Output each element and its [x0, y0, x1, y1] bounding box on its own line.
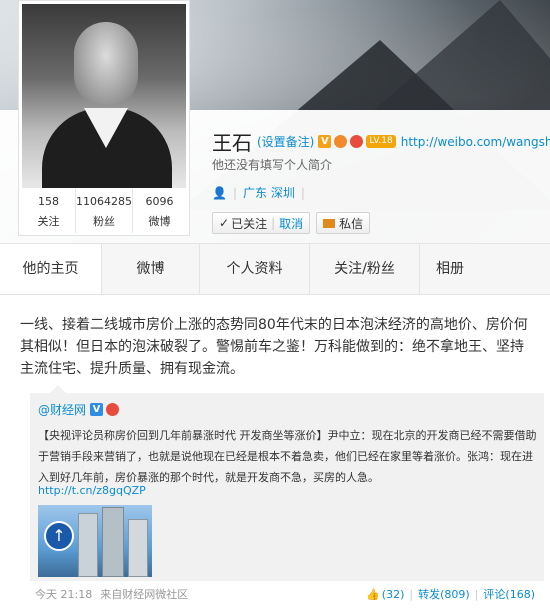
- avatar[interactable]: [22, 4, 186, 188]
- stat-label: 微博: [148, 215, 171, 228]
- verified-v-icon: V: [90, 403, 104, 416]
- message-button[interactable]: 私信: [316, 212, 371, 234]
- stat-number: 11064285: [76, 195, 132, 208]
- avatar-head: [74, 22, 138, 106]
- tab-weibo[interactable]: 微博: [102, 244, 200, 294]
- emoji-badge-icon: [334, 135, 348, 148]
- cover-banner: 158 关注 11064285 粉丝 6096 微博 王石 (设置备注) V L…: [0, 0, 550, 243]
- stat-label: 粉丝: [93, 215, 115, 228]
- profile-name: 王石: [212, 131, 252, 155]
- tab-follow-fans[interactable]: 关注/粉丝: [310, 244, 420, 294]
- set-remark-link[interactable]: (设置备注): [257, 133, 314, 150]
- comment-button[interactable]: 评论(168): [483, 586, 535, 602]
- post-source[interactable]: 来自财经网微社区: [100, 586, 188, 602]
- message-label: 私信: [339, 216, 364, 231]
- repost-text: 【央视评论员称房价回到几年前暴涨时代 开发商坐等涨价】尹中立：现在北京的开发商已…: [38, 429, 537, 484]
- post-time[interactable]: 今天 21:18: [35, 586, 92, 602]
- profile-intro: 他还没有填写个人简介: [212, 158, 333, 172]
- repost-arrow: [50, 385, 66, 393]
- stat-label: 关注: [37, 215, 60, 228]
- verified-v-icon: V: [318, 135, 332, 148]
- location-row: 👤 | 广东 深圳 |: [212, 184, 311, 201]
- avatar-card: 158 关注 11064285 粉丝 6096 微博: [18, 0, 190, 236]
- repost-box: @财经网 V 【央视评论员称房价回到几年前暴涨时代 开发商坐等涨价】尹中立：现在…: [30, 385, 544, 581]
- heart-badge-icon: [106, 403, 120, 416]
- profile-stats: 158 关注 11064285 粉丝 6096 微博: [22, 189, 186, 233]
- repost-image-thumbnail[interactable]: ↑: [38, 505, 152, 577]
- divider: |: [474, 587, 479, 601]
- repost-author-link[interactable]: @财经网: [38, 401, 86, 418]
- divider: |: [300, 185, 305, 200]
- name-row: 王石 (设置备注) V LV.18 http://weibo.com/wangs…: [212, 127, 550, 156]
- repost-author-row: @财经网 V: [38, 401, 120, 418]
- divider: |: [271, 216, 276, 230]
- stat-following[interactable]: 158 关注: [22, 189, 76, 233]
- profile-tabs: 他的主页 微博 个人资料 关注/粉丝 相册: [0, 243, 550, 295]
- building-shape: [128, 519, 148, 577]
- follow-state-label: 已关注: [231, 216, 268, 231]
- stat-posts[interactable]: 6096 微博: [133, 189, 186, 233]
- divider: |: [232, 185, 237, 200]
- post-text: 一线、接着二线城市房价上涨的态势同80年代末的日本泡沫经济的高地价、房价何其相似…: [20, 317, 528, 377]
- post-footer: 今天 21:18 来自财经网微社区 👍 (32) | 转发(809) | 评论(…: [35, 586, 535, 602]
- action-buttons: ✓ 已关注 | 取消 私信: [212, 212, 371, 234]
- repost-short-link[interactable]: http://t.cn/z8gqQZP: [38, 484, 146, 497]
- checkmark-icon: ✓: [219, 216, 230, 230]
- building-shape: [78, 513, 98, 577]
- stat-number: 6096: [145, 195, 174, 208]
- like-count[interactable]: (32): [382, 588, 405, 601]
- tab-profile-info[interactable]: 个人资料: [200, 244, 310, 294]
- arrow-sign-icon: ↑: [44, 521, 74, 551]
- person-icon: 👤: [212, 185, 227, 200]
- post-actions: 👍 (32) | 转发(809) | 评论(168): [366, 586, 535, 602]
- profile-url-link[interactable]: http://weibo.com/wangshi: [401, 135, 550, 149]
- level-badge: LV.18: [366, 135, 396, 148]
- mail-icon: [323, 218, 336, 228]
- stat-fans[interactable]: 11064285 粉丝: [76, 189, 133, 233]
- tab-album[interactable]: 相册: [420, 244, 480, 294]
- location-link[interactable]: 广东 深圳: [243, 184, 295, 201]
- like-icon[interactable]: 👍: [366, 588, 380, 601]
- divider: |: [409, 587, 414, 601]
- follow-state-button[interactable]: ✓ 已关注 | 取消: [212, 212, 311, 234]
- stat-number: 158: [38, 195, 59, 208]
- unfollow-link[interactable]: 取消: [279, 215, 303, 232]
- heart-badge-icon: [350, 135, 364, 148]
- building-shape: [102, 507, 124, 577]
- repost-button[interactable]: 转发(809): [418, 586, 470, 602]
- tab-home[interactable]: 他的主页: [0, 244, 102, 294]
